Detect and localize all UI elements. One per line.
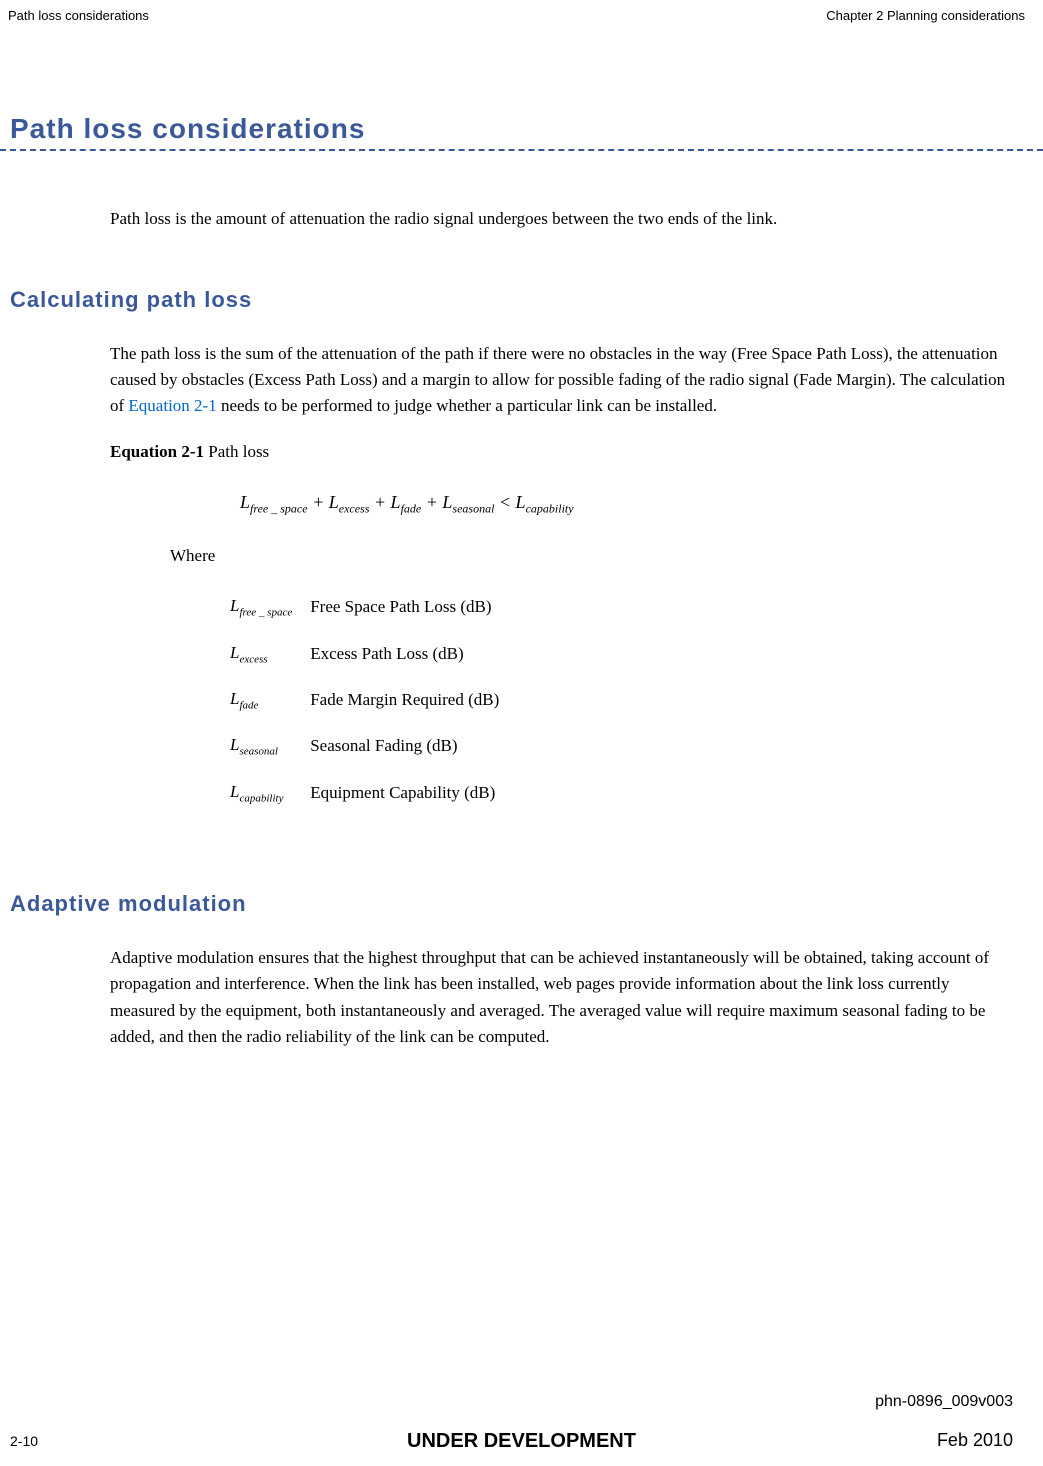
title-divider xyxy=(0,149,1043,151)
equation-caption: Path loss xyxy=(204,442,269,461)
term-symbol: Lseasonal xyxy=(230,723,310,769)
equation-link[interactable]: Equation 2-1 xyxy=(128,396,216,415)
section-heading-adaptive: Adaptive modulation xyxy=(10,891,1043,917)
running-header: Path loss considerations Chapter 2 Plann… xyxy=(0,0,1043,23)
table-row: Lexcess Excess Path Loss (dB) xyxy=(230,631,517,677)
term-desc: Fade Margin Required (dB) xyxy=(310,677,517,723)
header-right: Chapter 2 Planning considerations xyxy=(826,8,1025,23)
intro-paragraph: Path loss is the amount of attenuation t… xyxy=(110,206,1013,232)
term-desc: Seasonal Fading (dB) xyxy=(310,723,517,769)
footer-date: Feb 2010 xyxy=(937,1430,1013,1451)
table-row: Lcapability Equipment Capability (dB) xyxy=(230,770,517,816)
equation-label: Equation 2-1 Path loss xyxy=(110,442,1013,462)
table-row: Lfade Fade Margin Required (dB) xyxy=(230,677,517,723)
equation-number: Equation 2-1 xyxy=(110,442,204,461)
term-symbol: Lfade xyxy=(230,677,310,723)
terms-table: Lfree _ space Free Space Path Loss (dB) … xyxy=(230,584,517,816)
section2-paragraph: Adaptive modulation ensures that the hig… xyxy=(110,945,1013,1050)
footer-row: 2-10 UNDER DEVELOPMENT Feb 2010 xyxy=(0,1430,1043,1451)
equation-2-1: Lfree _ space + Lexcess + Lfade + Lseaso… xyxy=(240,492,1013,517)
term-symbol: Lfree _ space xyxy=(230,584,310,630)
page-title: Path loss considerations xyxy=(10,113,1043,145)
term-desc: Equipment Capability (dB) xyxy=(310,770,517,816)
term-desc: Excess Path Loss (dB) xyxy=(310,631,517,677)
term-desc: Free Space Path Loss (dB) xyxy=(310,584,517,630)
section-heading-calculating: Calculating path loss xyxy=(10,287,1043,313)
section1-paragraph: The path loss is the sum of the attenuat… xyxy=(110,341,1013,420)
footer-page: 2-10 xyxy=(10,1433,38,1449)
footer-status: UNDER DEVELOPMENT xyxy=(407,1430,636,1453)
term-symbol: Lexcess xyxy=(230,631,310,677)
footer-docnum: phn-0896_009v003 xyxy=(875,1393,1013,1411)
term-symbol: Lcapability xyxy=(230,770,310,816)
section1-text-b: needs to be performed to judge whether a… xyxy=(217,396,717,415)
table-row: Lfree _ space Free Space Path Loss (dB) xyxy=(230,584,517,630)
where-label: Where xyxy=(170,546,1013,566)
table-row: Lseasonal Seasonal Fading (dB) xyxy=(230,723,517,769)
header-left: Path loss considerations xyxy=(8,8,149,23)
